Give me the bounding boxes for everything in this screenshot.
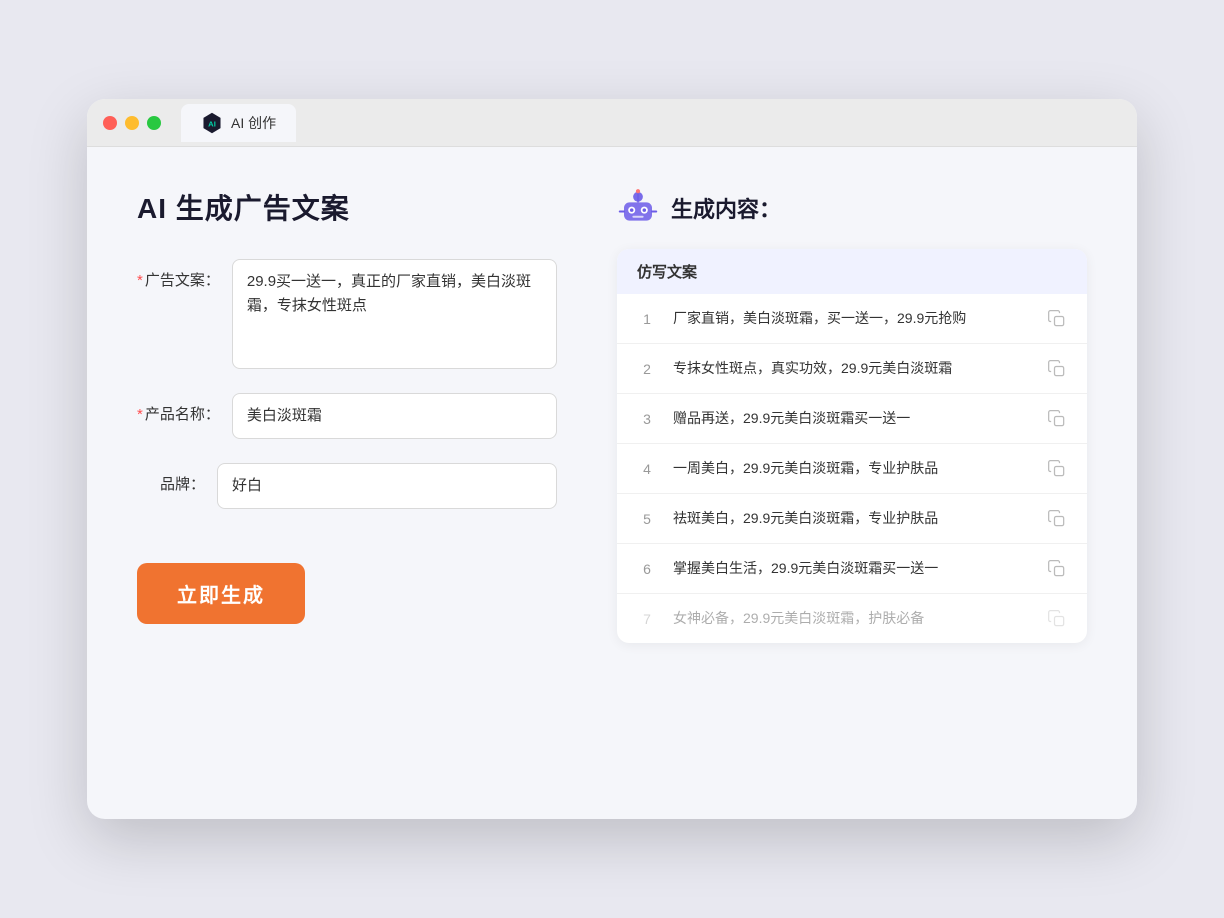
- table-row: 6 掌握美白生活，29.9元美白淡斑霜买一送一: [617, 544, 1087, 594]
- product-name-label: *产品名称：: [137, 393, 232, 424]
- table-row: 1 厂家直销，美白淡斑霜，买一送一，29.9元抢购: [617, 294, 1087, 344]
- page-title: AI 生成广告文案: [137, 187, 557, 227]
- required-star-2: *: [137, 406, 143, 423]
- main-content: AI 生成广告文案 *广告文案： 29.9买一送一，真正的厂家直销，美白淡斑霜，…: [87, 147, 1137, 683]
- generate-button[interactable]: 立即生成: [137, 563, 305, 624]
- copy-icon[interactable]: [1047, 359, 1067, 379]
- row-text: 赠品再送，29.9元美白淡斑霜买一送一: [673, 408, 1031, 429]
- table-header: 仿写文案: [617, 249, 1087, 294]
- copy-icon[interactable]: [1047, 609, 1067, 629]
- brand-input[interactable]: [217, 463, 557, 509]
- ai-tab[interactable]: AI AI 创作: [181, 104, 296, 142]
- copy-icon[interactable]: [1047, 459, 1067, 479]
- robot-icon: [617, 187, 659, 229]
- brand-group: 品牌：: [137, 463, 557, 509]
- tab-label: AI 创作: [231, 113, 276, 133]
- row-text: 专抹女性斑点，真实功效，29.9元美白淡斑霜: [673, 358, 1031, 379]
- row-number: 2: [637, 361, 657, 377]
- table-row: 3 赠品再送，29.9元美白淡斑霜买一送一: [617, 394, 1087, 444]
- close-button[interactable]: [103, 116, 117, 130]
- minimize-button[interactable]: [125, 116, 139, 130]
- table-row: 4 一周美白，29.9元美白淡斑霜，专业护肤品: [617, 444, 1087, 494]
- row-text: 一周美白，29.9元美白淡斑霜，专业护肤品: [673, 458, 1031, 479]
- copy-icon[interactable]: [1047, 559, 1067, 579]
- ad-copy-input[interactable]: 29.9买一送一，真正的厂家直销，美白淡斑霜，专抹女性斑点: [232, 259, 557, 369]
- left-panel: AI 生成广告文案 *广告文案： 29.9买一送一，真正的厂家直销，美白淡斑霜，…: [137, 187, 557, 643]
- row-number: 3: [637, 411, 657, 427]
- row-text: 厂家直销，美白淡斑霜，买一送一，29.9元抢购: [673, 308, 1031, 329]
- ad-copy-group: *广告文案： 29.9买一送一，真正的厂家直销，美白淡斑霜，专抹女性斑点: [137, 259, 557, 369]
- required-star-1: *: [137, 272, 143, 289]
- row-number: 5: [637, 511, 657, 527]
- row-number: 1: [637, 311, 657, 327]
- row-text: 女神必备，29.9元美白淡斑霜，护肤必备: [673, 608, 1031, 629]
- copy-icon[interactable]: [1047, 509, 1067, 529]
- brand-label: 品牌：: [137, 463, 217, 494]
- traffic-lights: [103, 116, 161, 130]
- table-row: 2 专抹女性斑点，真实功效，29.9元美白淡斑霜: [617, 344, 1087, 394]
- result-header: 生成内容：: [617, 187, 1087, 229]
- row-text: 掌握美白生活，29.9元美白淡斑霜买一送一: [673, 558, 1031, 579]
- ai-tab-icon: AI: [201, 112, 223, 134]
- row-number: 6: [637, 561, 657, 577]
- browser-window: AI AI 创作 AI 生成广告文案 *广告文案： 29.9买一送一，真正的厂家…: [87, 99, 1137, 819]
- table-row: 7 女神必备，29.9元美白淡斑霜，护肤必备: [617, 594, 1087, 643]
- row-number: 4: [637, 461, 657, 477]
- result-table: 仿写文案 1 厂家直销，美白淡斑霜，买一送一，29.9元抢购 2 专抹女性斑点，…: [617, 249, 1087, 643]
- titlebar: AI AI 创作: [87, 99, 1137, 147]
- maximize-button[interactable]: [147, 116, 161, 130]
- right-panel: 生成内容： 仿写文案 1 厂家直销，美白淡斑霜，买一送一，29.9元抢购 2 专…: [617, 187, 1087, 643]
- svg-text:AI: AI: [208, 119, 216, 128]
- product-name-input[interactable]: [232, 393, 557, 439]
- row-number: 7: [637, 611, 657, 627]
- copy-icon[interactable]: [1047, 309, 1067, 329]
- result-title: 生成内容：: [671, 192, 781, 224]
- row-text: 祛斑美白，29.9元美白淡斑霜，专业护肤品: [673, 508, 1031, 529]
- table-row: 5 祛斑美白，29.9元美白淡斑霜，专业护肤品: [617, 494, 1087, 544]
- ad-copy-label: *广告文案：: [137, 259, 232, 290]
- copy-icon[interactable]: [1047, 409, 1067, 429]
- product-name-group: *产品名称：: [137, 393, 557, 439]
